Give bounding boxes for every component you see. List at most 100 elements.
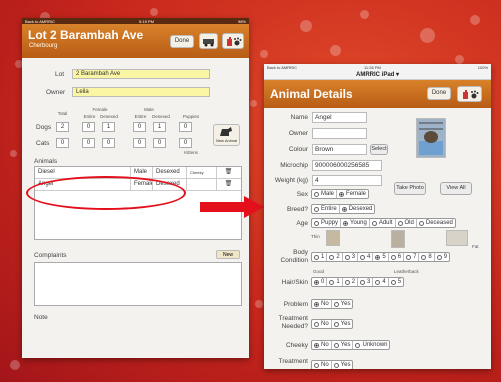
van-icon[interactable] <box>199 33 218 49</box>
thin-dog-image <box>326 230 340 246</box>
sex-selector[interactable]: Male Female <box>311 189 370 199</box>
dogs-count[interactable]: 0 <box>133 122 146 132</box>
body-condition-option[interactable]: 6 <box>389 253 405 261</box>
cats-count[interactable]: 0 <box>56 138 69 148</box>
body-condition-option[interactable]: 3 <box>343 253 359 261</box>
sex-label: Sex <box>296 191 308 198</box>
cats-count[interactable]: 0 <box>82 138 95 148</box>
hair-skin-option[interactable]: 2 <box>343 278 359 286</box>
status-left: Back to AMRRIC <box>25 18 56 24</box>
take-photo-button[interactable]: Take Photo <box>394 182 426 195</box>
new-complaint-button[interactable]: New <box>216 250 240 259</box>
cheeky-unknown[interactable]: Unknown <box>353 341 389 349</box>
animal-details-screen: Back to AMRRIC 11:26 PM 100% AMRRIC iPad… <box>264 64 491 369</box>
microchip-field[interactable]: 900006000256585 <box>312 160 382 171</box>
age-adult[interactable]: Adult <box>370 219 396 227</box>
treatment-needed-no[interactable]: No <box>312 320 332 328</box>
body-condition-option[interactable]: 8 <box>419 253 435 261</box>
lot-field[interactable]: 2 Barambah Ave <box>72 69 210 79</box>
hair-skin-option[interactable]: 3 <box>358 278 374 286</box>
cheeky-no[interactable]: No <box>312 341 332 349</box>
dropdown-icon[interactable]: ▾ <box>396 72 399 78</box>
dogs-count[interactable]: 1 <box>102 122 115 132</box>
body-condition-option[interactable]: 2 <box>327 253 343 261</box>
background-dot <box>470 15 480 25</box>
dogs-count[interactable]: 0 <box>179 122 192 132</box>
hand-paw-icon-2[interactable] <box>457 86 482 102</box>
treatment-no[interactable]: No <box>312 361 332 369</box>
sex-male[interactable]: Male <box>312 190 338 198</box>
background-dot <box>260 50 268 58</box>
problem-selector[interactable]: No Yes <box>311 299 354 309</box>
cheeky-yes[interactable]: Yes <box>332 341 354 349</box>
hair-skin-option[interactable]: 4 <box>373 278 389 286</box>
breed-selector[interactable]: Entire Desexed <box>311 204 376 214</box>
weight-label: Weight (kg) <box>274 177 308 184</box>
hair-skin-option[interactable]: 0 <box>312 278 328 286</box>
dogs-count[interactable]: 2 <box>56 122 69 132</box>
body-condition-option[interactable]: 5 <box>373 253 389 261</box>
dogs-count[interactable]: 0 <box>82 122 95 132</box>
male-desexed-header: Desexed <box>152 114 170 119</box>
age-puppy[interactable]: Puppy <box>312 219 342 227</box>
treatment-needed-yes[interactable]: Yes <box>332 320 353 328</box>
body-condition-option[interactable]: 9 <box>435 253 449 261</box>
age-old[interactable]: Old <box>396 219 417 227</box>
background-dot <box>250 100 257 107</box>
device-time: 11:26 PM <box>364 65 381 70</box>
body-condition-label: Body Condition <box>280 249 308 264</box>
kittens-header: Kittens <box>184 150 198 155</box>
status-time: 5:19 PM <box>139 18 154 24</box>
background-dot <box>300 20 312 32</box>
problem-no[interactable]: No <box>312 300 332 308</box>
treatment-yes[interactable]: Yes <box>332 361 353 369</box>
colour-field[interactable]: Brown <box>312 144 367 155</box>
sex-female[interactable]: Female <box>337 190 368 198</box>
cats-count[interactable]: 0 <box>153 138 166 148</box>
age-young[interactable]: Young <box>341 219 370 227</box>
body-condition-option[interactable]: 7 <box>404 253 420 261</box>
view-all-button[interactable]: View All <box>440 182 472 195</box>
female-header: Female <box>92 107 108 112</box>
hand-paw-icon[interactable] <box>222 33 244 49</box>
cheeky-selector[interactable]: No Yes Unknown <box>311 340 391 350</box>
weight-field[interactable]: 4 <box>312 175 382 186</box>
hair-skin-option[interactable]: 5 <box>389 278 403 286</box>
treatment-label: Treatment <box>278 358 308 365</box>
cats-count[interactable]: 0 <box>179 138 192 148</box>
treatment-selector[interactable]: No Yes <box>311 360 354 369</box>
done-button-2[interactable]: Done <box>427 87 451 100</box>
complaints-box[interactable] <box>34 262 242 306</box>
select-colour-button[interactable]: Select <box>370 144 388 155</box>
breed-entire[interactable]: Entire <box>312 205 340 213</box>
name-field[interactable]: Angel <box>312 112 367 123</box>
new-animal-button[interactable]: New Animal <box>213 124 240 146</box>
body-condition-option[interactable]: 1 <box>312 253 328 261</box>
cats-count[interactable]: 0 <box>102 138 115 148</box>
cats-count[interactable]: 0 <box>133 138 146 148</box>
owner-field-2[interactable] <box>312 128 367 139</box>
background-dot <box>10 360 20 370</box>
complaints-label: Complaints <box>34 252 67 259</box>
dogs-count[interactable]: 1 <box>153 122 166 132</box>
name-label: Name <box>290 114 308 121</box>
trash-icon[interactable]: 🗑 <box>217 179 237 190</box>
body-condition-option[interactable]: 4 <box>358 253 374 261</box>
problem-yes[interactable]: Yes <box>332 300 353 308</box>
body-condition-selector[interactable]: 123456789 <box>311 252 451 262</box>
animal-photo[interactable] <box>416 118 446 158</box>
background-dot <box>420 28 435 43</box>
background-dot <box>455 55 464 64</box>
back-link[interactable]: Back to AMRRIC <box>267 65 297 70</box>
hair-skin-selector[interactable]: 012345 <box>311 277 405 287</box>
owner-field[interactable]: Leila <box>72 87 210 97</box>
age-deceased[interactable]: Deceased <box>417 219 455 227</box>
trash-icon[interactable]: 🗑 <box>217 167 237 178</box>
treatment-needed-selector[interactable]: No Yes <box>311 319 354 329</box>
hair-skin-option[interactable]: 1 <box>327 278 343 286</box>
background-dot <box>360 10 369 19</box>
age-selector[interactable]: Puppy Young Adult Old Deceased <box>311 218 456 228</box>
breed-desexed[interactable]: Desexed <box>340 205 375 213</box>
puppies-header: Puppies <box>182 114 200 119</box>
done-button[interactable]: Done <box>170 35 194 48</box>
